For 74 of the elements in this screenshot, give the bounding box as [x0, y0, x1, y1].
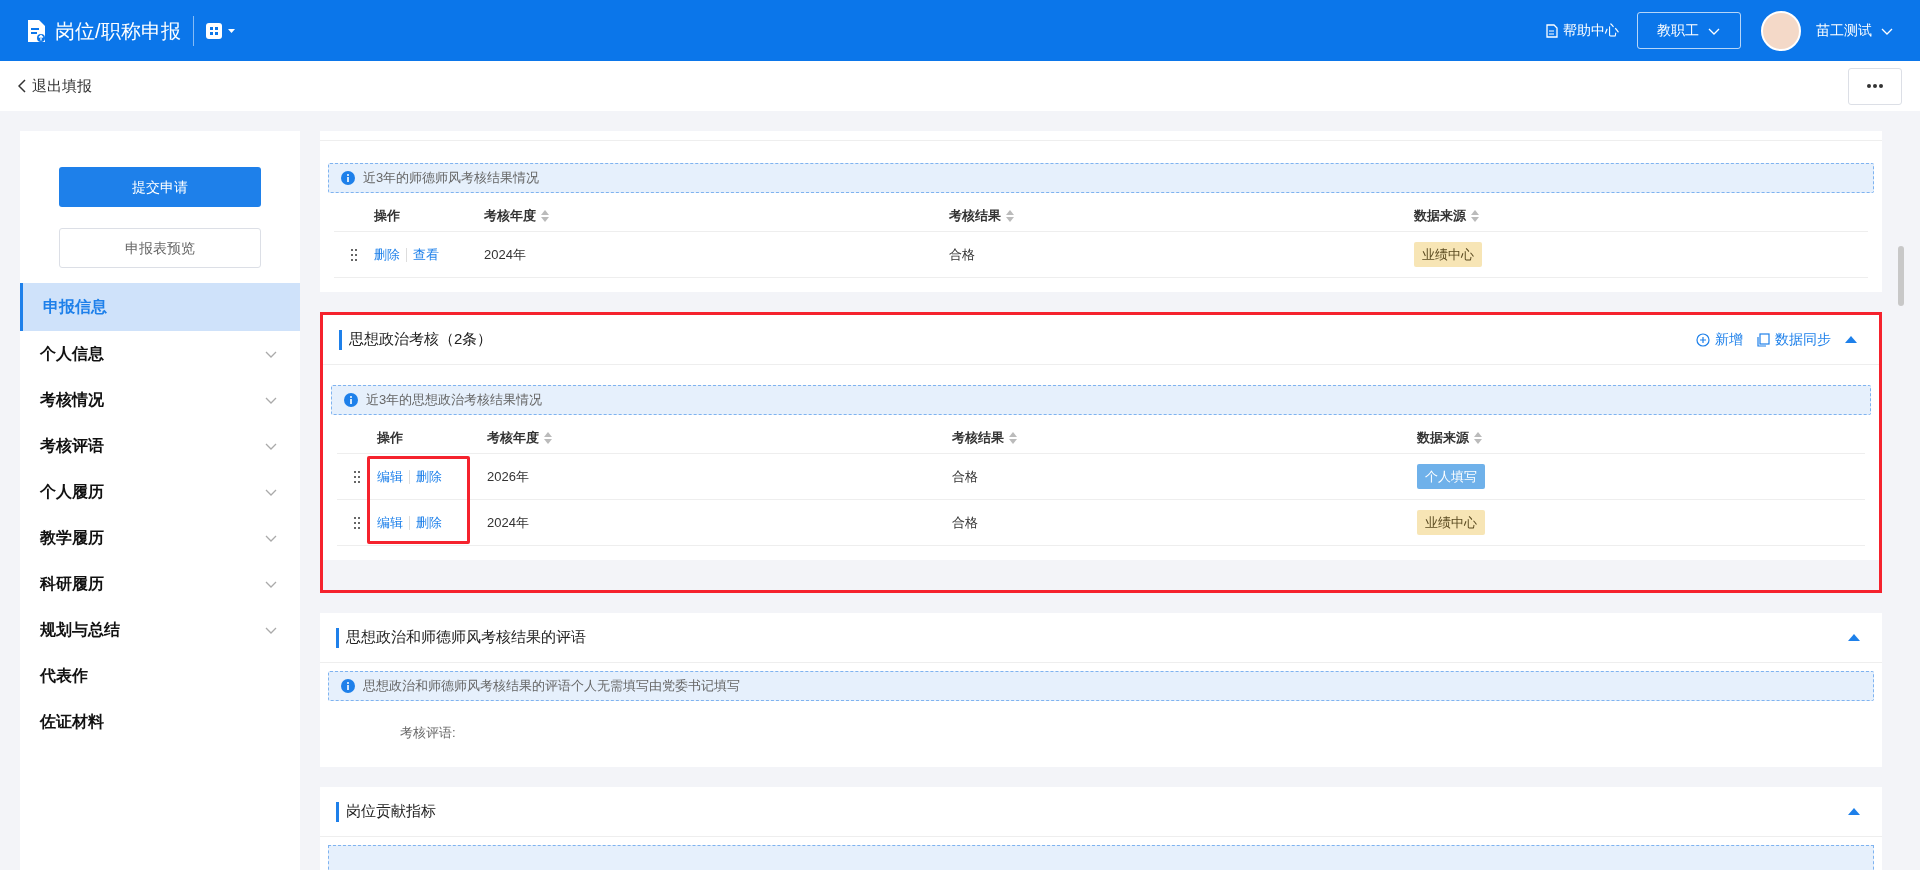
scrollbar-thumb[interactable]	[1898, 246, 1904, 306]
column-header[interactable]: 操作	[374, 205, 400, 226]
section-action-link[interactable]: 数据同步	[1757, 329, 1831, 350]
sort-icon	[1009, 431, 1017, 444]
info-icon	[344, 393, 358, 407]
sort-icon	[541, 209, 549, 222]
table-cell-text: 2024年	[487, 513, 530, 532]
field-label: 考核评语:	[400, 724, 457, 743]
table-cell-text: 2026年	[487, 467, 530, 486]
plus-circle-icon	[1696, 332, 1710, 347]
submit-button[interactable]: 提交申请	[59, 167, 261, 207]
source-tag: 业绩中心	[1417, 509, 1485, 536]
source-tag: 业绩中心	[1414, 241, 1482, 268]
info-notice: 近3年的师德师风考核结果情况	[328, 163, 1874, 193]
info-icon	[341, 679, 355, 693]
column-header[interactable]: 考核年度	[487, 427, 539, 448]
sort-icon	[1006, 209, 1014, 222]
nav-item[interactable]: 考核情况	[20, 377, 300, 423]
nav-item[interactable]: 教学履历	[20, 515, 300, 561]
source-tag: 个人填写	[1417, 463, 1485, 490]
collapse-triangle-icon[interactable]	[1845, 336, 1857, 343]
column-header[interactable]: 数据来源	[1414, 205, 1466, 226]
info-notice: 思想政治和师德师风考核结果的评语个人无需填写由党委书记填写	[328, 671, 1874, 701]
role-dropdown[interactable]: 教职工	[1637, 12, 1741, 49]
nav-item[interactable]: 代表作	[20, 653, 300, 699]
nav-item[interactable]: 个人履历	[20, 469, 300, 515]
collapse-triangle-icon[interactable]	[1848, 634, 1860, 641]
sort-icon	[1471, 209, 1479, 222]
row-action-link[interactable]: 删除	[416, 466, 442, 487]
more-icon	[1867, 84, 1883, 88]
column-header[interactable]: 操作	[377, 427, 403, 448]
caret-icon	[227, 28, 235, 33]
table-cell-text: 合格	[952, 467, 979, 486]
info-notice: 近3年的思想政治考核结果情况	[331, 385, 1871, 415]
row-action-link[interactable]: 删除	[416, 512, 442, 533]
section-action-link[interactable]: 新增	[1696, 329, 1743, 350]
column-header[interactable]: 考核年度	[484, 205, 536, 226]
section-title: 思想政治和师德师风考核结果的评语	[346, 627, 587, 648]
nav-item[interactable]: 佐证材料	[20, 699, 300, 745]
user-menu[interactable]: 苗工测试	[1816, 20, 1894, 41]
column-header[interactable]: 考核结果	[949, 205, 1001, 226]
table-cell-text: 合格	[949, 245, 976, 264]
apps-menu-button[interactable]	[205, 22, 235, 39]
row-action-link[interactable]: 编辑	[377, 512, 403, 533]
drag-handle-icon[interactable]	[354, 470, 360, 483]
nav-item[interactable]: 科研履历	[20, 561, 300, 607]
preview-button[interactable]: 申报表预览	[59, 228, 261, 268]
sort-icon	[544, 431, 552, 444]
nav-item[interactable]: 考核评语	[20, 423, 300, 469]
column-header[interactable]: 考核结果	[952, 427, 1004, 448]
avatar	[1761, 10, 1801, 51]
back-link[interactable]: 退出填报	[18, 74, 92, 98]
column-header[interactable]: 数据来源	[1417, 427, 1469, 448]
table-cell-text: 2024年	[484, 245, 527, 264]
row-action-link[interactable]: 查看	[413, 244, 439, 265]
drag-handle-icon[interactable]	[354, 516, 360, 529]
info-icon	[341, 171, 355, 185]
nav-item[interactable]: 规划与总结	[20, 607, 300, 653]
row-action-link[interactable]: 删除	[374, 244, 400, 265]
sort-icon	[1474, 431, 1482, 444]
collapse-triangle-icon[interactable]	[1848, 808, 1860, 815]
row-action-link[interactable]: 编辑	[377, 466, 403, 487]
help-center-link[interactable]: 帮助中心	[1546, 20, 1619, 41]
nav-item[interactable]: 个人信息	[20, 331, 300, 377]
drag-handle-icon[interactable]	[351, 248, 357, 261]
document-icon	[26, 18, 46, 43]
table-cell-text: 合格	[952, 513, 979, 532]
copy-icon	[1757, 332, 1770, 347]
chevron-left-icon	[18, 79, 26, 93]
apps-icon	[205, 22, 222, 39]
app-title: 岗位/职称申报	[55, 18, 181, 44]
document-icon	[1546, 23, 1558, 38]
section-title: 岗位贡献指标	[346, 801, 437, 822]
section-title: 思想政治考核（2条）	[349, 329, 494, 350]
